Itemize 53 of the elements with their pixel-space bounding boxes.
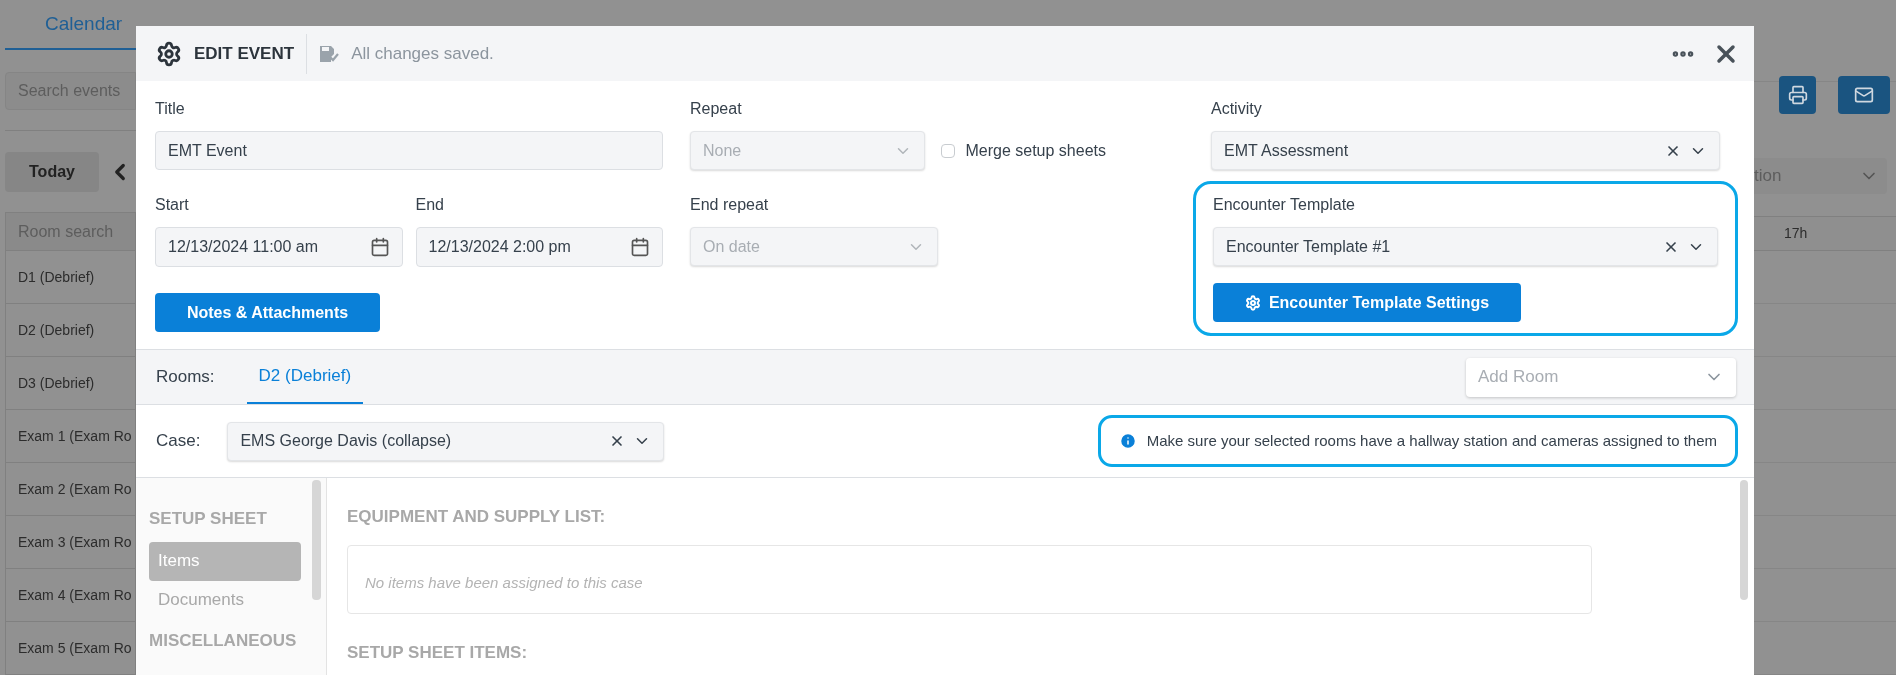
empty-list-box: No items have been assigned to this case (347, 544, 1592, 614)
field-label: Repeat (690, 99, 743, 119)
room-row-label: Exam 5 (Exam Ro (18, 638, 132, 658)
today-button[interactable]: Today (5, 152, 99, 192)
gear-icon (156, 40, 182, 67)
merge-checkbox[interactable] (941, 143, 956, 158)
calendar-icon (630, 237, 650, 257)
scrollbar[interactable] (312, 480, 321, 600)
room-row-label: Exam 2 (Exam Ro (18, 479, 132, 499)
field-label: End (415, 195, 445, 215)
start-date-input[interactable]: 12/13/2024 11:00 am (155, 227, 403, 267)
encounter-template-select[interactable]: Encounter Template #1 (1213, 227, 1718, 266)
field-label: Title (155, 99, 186, 119)
section-heading: EQUIPMENT AND SUPPLY LIST: (347, 506, 607, 528)
info-icon (1118, 432, 1137, 450)
room-row-label: Exam 1 (Exam Ro (18, 426, 132, 446)
dialog-title: EDIT EVENT (194, 42, 295, 65)
calendar-tab[interactable]: Calendar (45, 9, 123, 39)
notes-attachments-button[interactable]: Notes & Attachments (155, 293, 380, 332)
save-check-icon (319, 44, 340, 63)
encounter-settings-button[interactable]: Encounter Template Settings (1213, 283, 1521, 322)
add-room-select[interactable]: Add Room (1466, 357, 1736, 397)
case-select[interactable]: EMS George Davis (collapse) (227, 421, 665, 461)
title-input[interactable]: EMT Event (155, 131, 663, 170)
field-label: Activity (1211, 99, 1263, 119)
sidebar-item[interactable]: Documents (149, 580, 301, 620)
calendar-icon (369, 237, 390, 257)
sidebar-heading: SETUP SHEET (149, 508, 268, 530)
merge-label: Merge setup sheets (965, 140, 1106, 161)
rooms-label: Rooms: (156, 366, 215, 389)
field-label: End repeat (690, 195, 770, 215)
room-row-label: D1 (Debrief) (18, 267, 95, 287)
notice-banner: Make sure your selected rooms have a hallway station and cameras assigned to them (1097, 415, 1738, 467)
save-status: All changes saved. (351, 42, 494, 65)
room-row-label: D2 (Debrief) (18, 320, 95, 340)
email-button[interactable] (1838, 75, 1890, 114)
sidebar-item[interactable]: Items (149, 541, 301, 581)
room-row-label: Exam 3 (Exam Ro (18, 532, 132, 552)
field-label: Start (155, 195, 190, 215)
end-date-input[interactable]: 12/13/2024 2:00 pm (415, 227, 663, 267)
print-button[interactable] (1779, 75, 1816, 114)
hour-header: 17h (1784, 224, 1808, 244)
gear-icon (1244, 294, 1261, 311)
section-heading: SETUP SHEET ITEMS: (347, 641, 529, 664)
sidebar-heading: MISCELLANEOUS (149, 629, 298, 652)
scrollbar[interactable] (1740, 480, 1748, 600)
case-label: Case: (156, 430, 201, 453)
room-row-label: D3 (Debrief) (18, 373, 95, 393)
room-row-label: Exam 4 (Exam Ro (18, 585, 132, 605)
room-tab[interactable]: D2 (Debrief) (246, 350, 364, 404)
print-icon (1787, 84, 1808, 105)
activity-select[interactable]: EMT Assessment (1211, 131, 1720, 170)
field-label: Encounter Template (1213, 195, 1356, 215)
